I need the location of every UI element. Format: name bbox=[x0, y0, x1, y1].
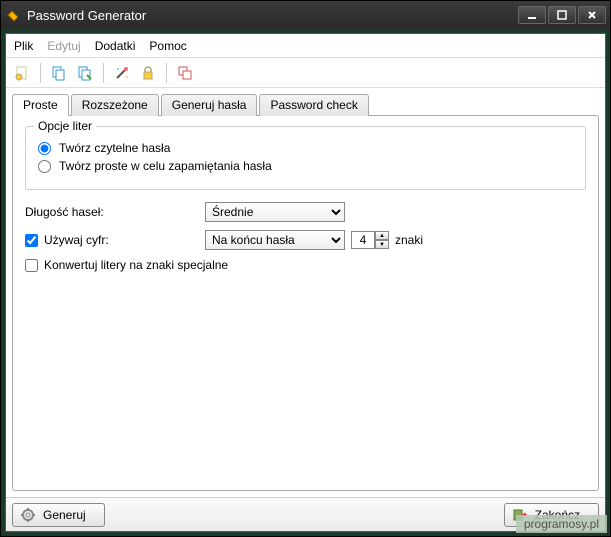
windows-icon[interactable] bbox=[175, 63, 195, 83]
app-window: Password Generator Plik Edytuj Dodatki P… bbox=[0, 0, 611, 537]
watermark: programosy.pl bbox=[516, 515, 607, 533]
close-button[interactable] bbox=[578, 6, 606, 24]
radio-simple-remember-label[interactable]: Twórz proste w celu zapamiętania hasła bbox=[59, 159, 272, 173]
use-digits-checkbox[interactable] bbox=[25, 234, 38, 247]
tab-proste[interactable]: Proste bbox=[12, 94, 69, 116]
gear-icon bbox=[21, 508, 35, 522]
tab-password-check[interactable]: Password check bbox=[259, 94, 368, 116]
radio-readable-label[interactable]: Twórz czytelne hasła bbox=[59, 141, 170, 155]
toolbar bbox=[6, 58, 605, 88]
stepper-down[interactable]: ▼ bbox=[375, 240, 389, 249]
group-legend: Opcje liter bbox=[34, 119, 96, 133]
use-digits-label[interactable]: Używaj cyfr: bbox=[44, 233, 109, 247]
titlebar: Password Generator bbox=[1, 1, 610, 29]
wand-icon[interactable] bbox=[112, 63, 132, 83]
content: Proste Rozszeżone Generuj hasła Password… bbox=[6, 88, 605, 497]
radio-simple-remember[interactable] bbox=[38, 160, 51, 173]
length-label: Długość haseł: bbox=[25, 205, 104, 219]
generate-button[interactable]: Generuj bbox=[12, 503, 105, 527]
tab-generuj[interactable]: Generuj hasła bbox=[161, 94, 258, 116]
menubar: Plik Edytuj Dodatki Pomoc bbox=[6, 34, 605, 58]
row-convert: Konwertuj litery na znaki specjalne bbox=[25, 258, 586, 272]
radio-readable[interactable] bbox=[38, 142, 51, 155]
menu-pomoc[interactable]: Pomoc bbox=[149, 39, 186, 53]
length-select[interactable]: Średnie bbox=[205, 202, 345, 222]
menu-dodatki[interactable]: Dodatki bbox=[95, 39, 136, 53]
tabstrip: Proste Rozszeżone Generuj hasła Password… bbox=[12, 94, 599, 116]
toolbar-separator bbox=[103, 63, 104, 83]
client-area: Plik Edytuj Dodatki Pomoc Proste Rozszeż… bbox=[5, 33, 606, 532]
digits-unit: znaki bbox=[395, 233, 423, 247]
row-digits: Używaj cyfr: Na końcu hasła ▲ ▼ znaki bbox=[25, 230, 586, 250]
groupbox-letter-options: Opcje liter Twórz czytelne hasła Twórz p… bbox=[25, 126, 586, 190]
convert-special-label[interactable]: Konwertuj litery na znaki specjalne bbox=[44, 258, 228, 272]
tab-rozszezone[interactable]: Rozszeżone bbox=[71, 94, 159, 116]
new-file-icon[interactable] bbox=[12, 63, 32, 83]
generate-button-label: Generuj bbox=[43, 508, 86, 522]
digits-count-stepper: ▲ ▼ bbox=[351, 231, 389, 249]
app-icon bbox=[5, 7, 21, 23]
toolbar-separator bbox=[166, 63, 167, 83]
toolbar-separator bbox=[40, 63, 41, 83]
convert-special-checkbox[interactable] bbox=[25, 259, 38, 272]
copy-all-icon[interactable] bbox=[75, 63, 95, 83]
stepper-up[interactable]: ▲ bbox=[375, 231, 389, 240]
window-title: Password Generator bbox=[27, 8, 518, 23]
digits-position-select[interactable]: Na końcu hasła bbox=[205, 230, 345, 250]
menu-edytuj[interactable]: Edytuj bbox=[47, 39, 80, 53]
maximize-button[interactable] bbox=[548, 6, 576, 24]
minimize-button[interactable] bbox=[518, 6, 546, 24]
copy-icon[interactable] bbox=[49, 63, 69, 83]
lock-icon[interactable] bbox=[138, 63, 158, 83]
tab-panel-proste: Opcje liter Twórz czytelne hasła Twórz p… bbox=[12, 115, 599, 491]
digits-count-input[interactable] bbox=[351, 231, 375, 249]
row-length: Długość haseł: Średnie bbox=[25, 202, 586, 222]
menu-plik[interactable]: Plik bbox=[14, 39, 33, 53]
